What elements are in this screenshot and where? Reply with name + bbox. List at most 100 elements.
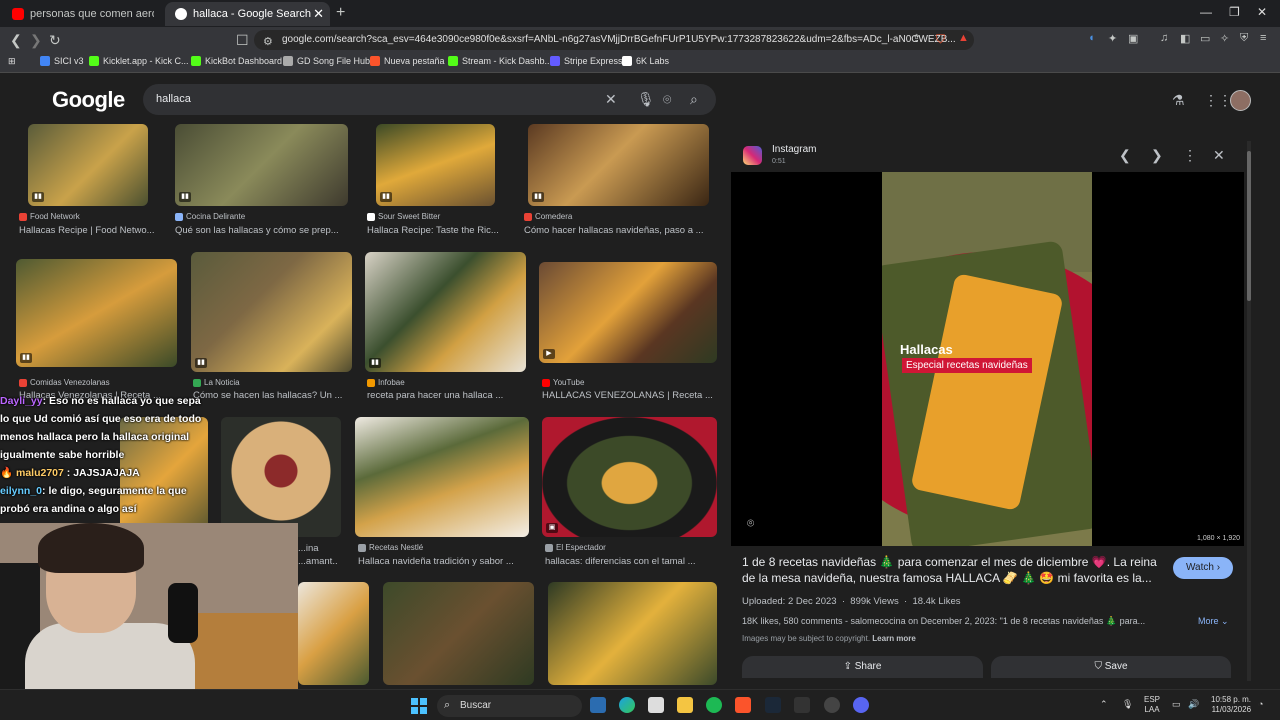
panel-description[interactable]: 1 de 8 recetas navideñas 🎄 para comenzar… [742,554,1162,586]
close-panel-icon[interactable]: ✕ [1213,147,1225,164]
brave-rewards-icon[interactable]: ▲ [958,32,969,44]
result-image[interactable]: ▮▮ [376,124,495,206]
bookmark-icon[interactable]: ☐ [236,32,249,49]
bookmark-item[interactable]: Stream - Kick Dashb... [448,56,552,66]
lens-search-icon[interactable]: ⌾ [747,516,754,531]
taskbar-search[interactable]: ⌕ Buscar [437,695,582,717]
tray-overflow-icon[interactable]: ⌃ [1100,699,1108,710]
result-image[interactable]: ▮▮ [191,252,352,372]
back-icon[interactable]: ❮ [10,32,22,49]
previous-icon[interactable]: ❮ [1119,147,1131,164]
apps-grid-icon[interactable]: ⋮⋮ [1204,92,1232,109]
learn-more-link[interactable]: Learn more [872,634,916,643]
result-title[interactable]: receta para hacer una hallaca ... [367,390,527,401]
notifications-icon[interactable]: ◔ [1258,699,1263,709]
menu-icon[interactable]: ≡ [1260,32,1266,44]
save-button[interactable]: ⛉ Save [991,656,1231,678]
new-tab-icon[interactable]: + [336,4,345,22]
spotify-icon[interactable] [706,697,722,713]
result-image[interactable]: ▮▮ [16,259,177,367]
result-image[interactable] [355,417,529,537]
result-title[interactable]: ...amant... [298,556,338,567]
result-title[interactable]: Hallaca Recipe: Taste the Ric... [367,225,507,236]
search-icon[interactable]: ⌕ [690,91,698,108]
close-tab-icon[interactable]: ✕ [313,6,324,22]
search-input[interactable]: hallaca [156,93,191,105]
bookmark-item[interactable]: KickBot Dashboard [191,56,282,66]
result-image[interactable]: ▮▮ [365,252,526,372]
bookmark-item[interactable]: Kicklet.app - Kick C... [89,56,189,66]
bookmark-item[interactable]: Stripe Express [550,56,623,66]
share-button[interactable]: ⇪ Share [742,656,983,678]
epic-games-icon[interactable] [794,697,810,713]
bookmark-item[interactable]: GD Song File Hub [283,56,370,66]
forward-icon[interactable]: ❯ [30,32,42,49]
extensions-icon[interactable]: ✦ [1108,32,1117,45]
bookmark-item[interactable]: Nueva pestaña [370,56,445,66]
url-field[interactable]: ⚙ google.com/search?sca_esv=464e3090ce98… [254,30,974,50]
result-image[interactable]: ▮▮ [175,124,348,206]
result-image[interactable]: ▣ [542,417,717,537]
result-image[interactable]: ▮▮ [221,417,341,537]
bookmark-item[interactable]: 6K Labs [622,56,669,66]
minimize-icon[interactable]: — [1200,5,1212,19]
labs-icon[interactable]: ⚗ [1172,92,1185,109]
leo-icon[interactable]: ◖ [1088,32,1095,44]
steam-icon[interactable] [765,697,781,713]
volume-icon[interactable]: 🔊 [1188,699,1199,710]
apps-icon[interactable]: ⊞ [8,56,16,67]
result-title[interactable]: Cómo se hacen las hallacas? Un ... [193,390,358,401]
file-explorer-icon[interactable] [677,697,693,713]
obs-icon[interactable] [824,697,840,713]
more-options-icon[interactable]: ⋮ [1183,147,1197,164]
account-avatar[interactable] [1230,90,1251,111]
brave-icon[interactable] [735,697,751,713]
lens-icon[interactable]: ⌾ [663,91,671,108]
result-image[interactable] [383,582,534,685]
clock[interactable]: 10:58 p. m. 11/03/2026 [1211,695,1251,715]
result-image[interactable]: ▮▮ [28,124,148,206]
tab-youtube[interactable]: personas que comen aerosol - YouTu [2,2,164,26]
bookmark-item[interactable]: SICI v3 [40,56,84,66]
result-title[interactable]: Hallacas Recipe | Food Netwo... [19,225,159,236]
search-box[interactable]: hallaca ✕ 🎙 ⌾ ⌕ [143,84,716,115]
microphone-icon[interactable]: 🎙 [637,91,655,108]
taskview-icon[interactable] [590,697,606,713]
store-icon[interactable] [648,697,664,713]
ai-icon[interactable]: ✧ [1220,32,1229,45]
result-image[interactable] [298,582,369,685]
share-icon[interactable]: ⇪ [912,32,921,45]
restore-icon[interactable]: ❐ [1229,5,1240,19]
result-title[interactable]: Qué son las hallacas y cómo se prep... [175,225,350,236]
preview-image[interactable]: Hallacas Especial recetas navideñas ⌾ 1,… [731,172,1244,546]
result-image[interactable]: ▮▮ [528,124,709,206]
network-icon[interactable]: ▭ [1172,699,1181,710]
google-logo[interactable]: Google [52,87,125,113]
language-indicator[interactable]: ESP LAA [1144,695,1160,715]
clear-icon[interactable]: ✕ [605,91,617,108]
site-info-icon[interactable]: ⚙ [263,35,273,48]
scrollbar-thumb[interactable] [1247,151,1251,301]
wallet-icon[interactable]: ▭ [1200,32,1210,45]
vpn-icon[interactable]: ⛨ [1240,32,1248,45]
discord-icon[interactable] [853,697,869,713]
brave-shield-icon[interactable]: ⛉ [936,32,945,47]
more-button[interactable]: More ⌄ [1198,616,1229,627]
watch-button[interactable]: Watch › [1173,557,1233,579]
panel-site-name[interactable]: Instagram [772,144,816,155]
sidebar-icon[interactable]: ◧ [1180,32,1190,45]
close-window-icon[interactable]: ✕ [1257,5,1267,19]
result-image[interactable] [548,582,717,685]
edge-icon[interactable] [619,697,635,713]
panel-scrollbar[interactable] [1247,141,1251,681]
result-title[interactable]: hallacas: diferencias con el tamal ... [545,556,720,567]
start-icon[interactable] [411,698,427,714]
result-image[interactable]: ▶ [539,262,717,363]
mic-tray-icon[interactable]: 🎙 [1122,699,1133,710]
result-title[interactable]: Hallaca navideña tradición y sabor ... [358,556,533,567]
screenshot-icon[interactable]: ▣ [1128,32,1138,45]
media-icon[interactable]: ♫ [1160,32,1168,44]
result-title[interactable]: HALLACAS VENEZOLANAS | Receta ... [542,390,717,401]
tab-google-search[interactable]: hallaca - Google Search ✕ [165,2,330,26]
next-icon[interactable]: ❯ [1151,147,1163,164]
